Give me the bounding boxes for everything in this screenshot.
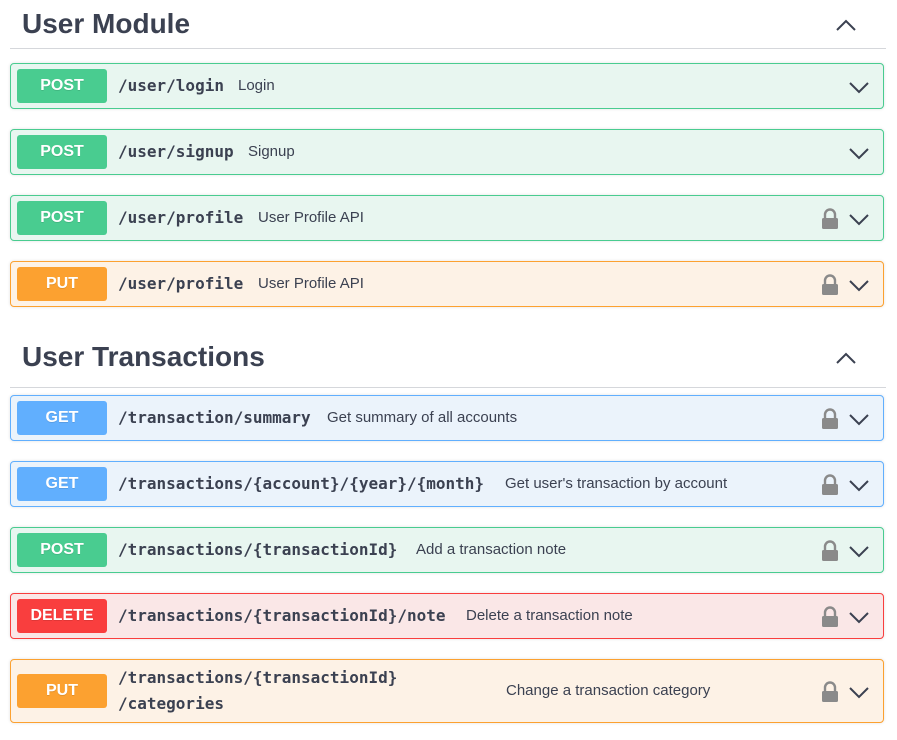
method-badge: POST (17, 533, 107, 567)
operation-summary: Change a transaction category (506, 682, 711, 699)
operation-get-transaction-summary[interactable]: GET /transaction/summary Get summary of … (10, 395, 884, 441)
lock-icon[interactable] (821, 274, 839, 296)
section-header-user-transactions[interactable]: User Transactions (10, 335, 886, 388)
operation-path-line1: /transactions/{transactionId} (118, 668, 398, 687)
operation-path: /user/signup (118, 142, 234, 161)
method-badge: PUT (17, 674, 107, 708)
operation-path: /user/profile (118, 208, 244, 227)
method-badge: DELETE (17, 599, 107, 633)
section-title: User Module (22, 8, 191, 39)
operation-summary: Signup (248, 143, 295, 160)
operation-path-line2: /categories (118, 694, 224, 713)
lock-icon[interactable] (821, 606, 839, 628)
chevron-down-icon[interactable] (847, 209, 871, 229)
operation-delete-transaction-note[interactable]: DELETE /transactions/{transactionId}/not… (10, 593, 884, 639)
chevron-down-icon[interactable] (847, 541, 871, 561)
operation-path: /user/profile (118, 274, 244, 293)
operation-summary: Add a transaction note (416, 541, 567, 558)
method-badge: GET (17, 467, 107, 501)
method-badge: POST (17, 69, 107, 103)
lock-icon[interactable] (821, 540, 839, 562)
operation-get-transactions-by-account[interactable]: GET /transactions/{account}/{year}/{mont… (10, 461, 884, 507)
operation-summary: Login (238, 77, 275, 94)
operation-summary: User Profile API (258, 275, 364, 292)
operation-path: /transactions/{transactionId}/note (118, 606, 446, 625)
operation-path: /user/login (118, 76, 224, 95)
method-badge: POST (17, 201, 107, 235)
chevron-down-icon[interactable] (847, 275, 871, 295)
chevron-down-icon[interactable] (847, 475, 871, 495)
method-badge: PUT (17, 267, 107, 301)
method-badge: GET (17, 401, 107, 435)
chevron-down-icon[interactable] (847, 607, 871, 627)
method-badge: POST (17, 135, 107, 169)
operation-post-user-login[interactable]: POST /user/login Login (10, 63, 884, 109)
operation-path: /transactions/{account}/{year}/{month} (118, 474, 485, 493)
operation-put-transaction-category[interactable]: PUT /transactions/{transactionId} /categ… (10, 659, 884, 723)
operation-put-user-profile[interactable]: PUT /user/profile User Profile API (10, 261, 884, 307)
lock-icon[interactable] (821, 681, 839, 703)
operation-post-user-profile[interactable]: POST /user/profile User Profile API (10, 195, 884, 241)
chevron-down-icon[interactable] (847, 682, 871, 702)
operation-path: /transactions/{transactionId} (118, 540, 398, 559)
operation-post-user-signup[interactable]: POST /user/signup Signup (10, 129, 884, 175)
chevron-up-icon[interactable] (832, 347, 860, 369)
operation-post-transaction-note[interactable]: POST /transactions/{transactionId} Add a… (10, 527, 884, 573)
chevron-up-icon[interactable] (832, 14, 860, 36)
section-title: User Transactions (22, 341, 265, 372)
lock-icon[interactable] (821, 408, 839, 430)
chevron-down-icon[interactable] (847, 77, 871, 97)
operation-summary: Delete a transaction note (466, 607, 633, 624)
operation-summary: User Profile API (258, 209, 364, 226)
lock-icon[interactable] (821, 208, 839, 230)
lock-icon[interactable] (821, 474, 839, 496)
chevron-down-icon[interactable] (847, 143, 871, 163)
operation-summary: Get user's transaction by account (505, 475, 728, 492)
operation-path: /transaction/summary (118, 408, 311, 427)
operation-path: /transactions/{transactionId} /categorie… (118, 665, 397, 717)
section-header-user-module[interactable]: User Module (10, 2, 886, 49)
operation-summary: Get summary of all accounts (327, 409, 518, 426)
chevron-down-icon[interactable] (847, 409, 871, 429)
